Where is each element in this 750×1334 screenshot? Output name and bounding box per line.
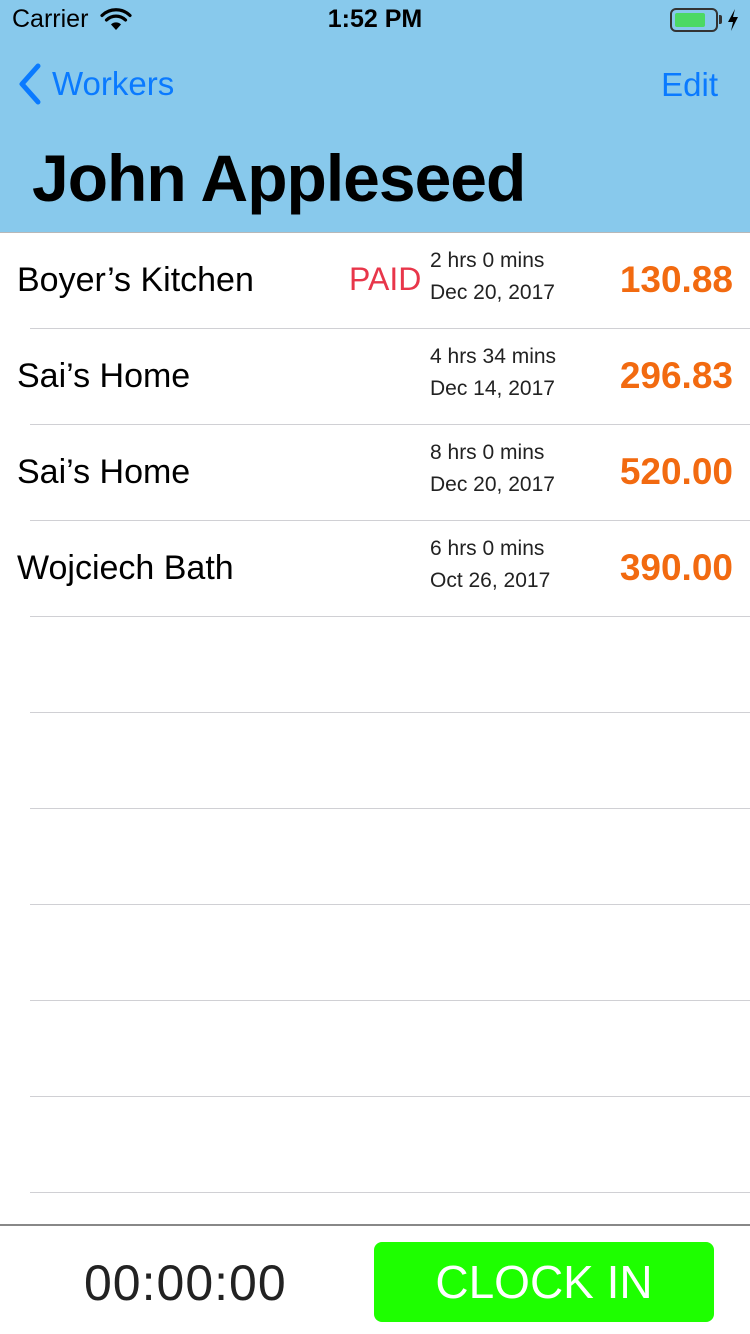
battery-level: [675, 13, 705, 27]
job-duration: 6 hrs 0 mins: [430, 537, 545, 560]
navigation-header: Carrier 1:52 PM Workers Edit John Apples…: [0, 0, 750, 233]
jobs-table: Boyer’s Kitchen PAID 2 hrs 0 mins Dec 20…: [0, 233, 750, 1193]
back-button[interactable]: Workers: [14, 60, 174, 108]
elapsed-timer: 00:00:00: [84, 1255, 287, 1311]
edit-button[interactable]: Edit: [661, 66, 718, 104]
job-amount: 296.83: [619, 355, 733, 396]
chevron-left-icon: [19, 63, 41, 105]
battery-icon: [670, 8, 718, 32]
bolt-icon: [728, 9, 738, 31]
back-button-label: Workers: [52, 65, 175, 102]
bottom-toolbar: 00:00:00 CLOCK IN: [0, 1224, 750, 1334]
empty-row: [30, 617, 750, 713]
job-amount: 130.88: [619, 259, 733, 300]
paid-badge: PAID: [349, 261, 422, 297]
job-name: Wojciech Bath: [17, 549, 234, 587]
job-duration: 8 hrs 0 mins: [430, 441, 545, 464]
empty-row: [30, 1097, 750, 1193]
table-row[interactable]: Sai’s Home 8 hrs 0 mins Dec 20, 2017 520…: [17, 425, 750, 521]
job-date: Dec 14, 2017: [430, 377, 555, 400]
table-row[interactable]: Boyer’s Kitchen PAID 2 hrs 0 mins Dec 20…: [17, 233, 750, 329]
battery-cap: [719, 15, 722, 24]
job-name: Sai’s Home: [17, 357, 191, 395]
job-amount: 390.00: [619, 547, 733, 588]
status-time: 1:52 PM: [327, 5, 423, 33]
job-date: Oct 26, 2017: [430, 569, 551, 592]
table-row[interactable]: Sai’s Home 4 hrs 34 mins Dec 14, 2017 29…: [17, 329, 750, 425]
empty-row: [30, 809, 750, 905]
page-title: John Appleseed: [32, 141, 526, 215]
table-row[interactable]: Wojciech Bath 6 hrs 0 mins Oct 26, 2017 …: [17, 521, 750, 617]
job-duration: 4 hrs 34 mins: [430, 345, 557, 368]
job-date: Dec 20, 2017: [430, 281, 555, 304]
empty-row: [30, 713, 750, 809]
job-name: Sai’s Home: [17, 453, 191, 491]
clock-in-button[interactable]: CLOCK IN: [374, 1242, 714, 1322]
status-bar: Carrier 1:52 PM: [0, 0, 750, 40]
empty-row: [30, 1001, 750, 1097]
job-amount: 520.00: [619, 451, 733, 492]
job-duration: 2 hrs 0 mins: [430, 249, 545, 272]
job-date: Dec 20, 2017: [430, 473, 555, 496]
job-name: Boyer’s Kitchen: [17, 261, 254, 299]
empty-row: [30, 905, 750, 1001]
